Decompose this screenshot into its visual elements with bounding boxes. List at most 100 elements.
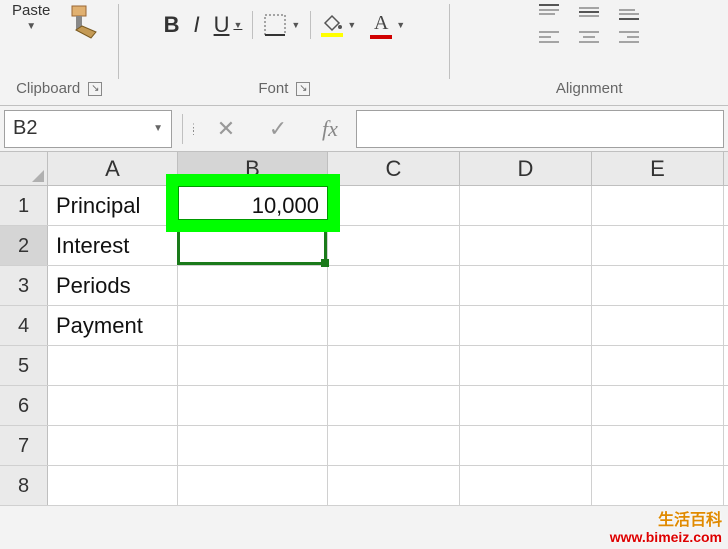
chevron-down-icon: ▼ <box>26 21 36 32</box>
x-icon: ✕ <box>217 116 235 142</box>
cell-D6[interactable] <box>460 386 592 425</box>
cell-B5[interactable] <box>178 346 328 385</box>
watermark-line2: www.bimeiz.com <box>610 530 722 545</box>
align-bottom-button[interactable] <box>615 2 643 22</box>
column-header-E[interactable]: E <box>592 152 724 185</box>
fill-color-swatch <box>321 33 343 37</box>
formula-input[interactable] <box>356 110 724 148</box>
row-4: 4 Payment <box>0 306 728 346</box>
align-left-button[interactable] <box>535 28 563 48</box>
cell-B1[interactable]: 10,000 <box>178 186 328 225</box>
drag-handle-icon[interactable]: ⋮⋮ <box>189 125 200 133</box>
italic-button[interactable]: I <box>189 10 203 40</box>
font-group-label: Font <box>258 80 288 97</box>
cell-D2[interactable] <box>460 226 592 265</box>
cell-C2[interactable] <box>328 226 460 265</box>
underline-button[interactable]: U▼ <box>210 10 247 40</box>
column-header-C[interactable]: C <box>328 152 460 185</box>
cell-D1[interactable] <box>460 186 592 225</box>
fill-color-button[interactable]: ▼ <box>317 11 360 39</box>
divider <box>252 11 253 39</box>
column-headers: A B C D E <box>0 152 728 186</box>
align-middle-button[interactable] <box>575 2 603 22</box>
cell-A6[interactable] <box>48 386 178 425</box>
enter-formula-button[interactable]: ✓ <box>252 110 304 148</box>
row-header-4[interactable]: 4 <box>0 306 48 345</box>
chevron-down-icon: ▼ <box>233 20 242 30</box>
paste-button[interactable]: Paste ▼ <box>12 2 50 32</box>
cell-E7[interactable] <box>592 426 724 465</box>
name-box[interactable]: B2 ▼ <box>4 110 172 148</box>
cell-D7[interactable] <box>460 426 592 465</box>
watermark-line1: 生活百科 <box>610 512 722 530</box>
alignment-group-label: Alignment <box>556 80 623 97</box>
cancel-formula-button[interactable]: ✕ <box>200 110 252 148</box>
cell-B8[interactable] <box>178 466 328 505</box>
cell-A1[interactable]: Principal <box>48 186 178 225</box>
cell-E4[interactable] <box>592 306 724 345</box>
check-icon: ✓ <box>269 116 287 142</box>
row-header-5[interactable]: 5 <box>0 346 48 385</box>
row-header-1[interactable]: 1 <box>0 186 48 225</box>
row-2: 2 Interest <box>0 226 728 266</box>
row-header-2[interactable]: 2 <box>0 226 48 265</box>
bucket-icon <box>321 13 343 33</box>
cell-D8[interactable] <box>460 466 592 505</box>
align-top-button[interactable] <box>535 2 563 22</box>
cell-E1[interactable] <box>592 186 724 225</box>
column-header-B[interactable]: B <box>178 152 328 185</box>
cell-C5[interactable] <box>328 346 460 385</box>
row-header-3[interactable]: 3 <box>0 266 48 305</box>
cell-E3[interactable] <box>592 266 724 305</box>
cell-B2[interactable] <box>178 226 328 265</box>
cell-B4[interactable] <box>178 306 328 345</box>
cell-A4[interactable]: Payment <box>48 306 178 345</box>
row-header-6[interactable]: 6 <box>0 386 48 425</box>
row-8: 8 <box>0 466 728 506</box>
clipboard-dialog-launcher[interactable] <box>88 82 102 96</box>
select-all-corner[interactable] <box>0 152 48 185</box>
row-header-8[interactable]: 8 <box>0 466 48 505</box>
cell-C6[interactable] <box>328 386 460 425</box>
name-box-value: B2 <box>13 117 37 140</box>
column-header-D[interactable]: D <box>460 152 592 185</box>
cell-C3[interactable] <box>328 266 460 305</box>
cell-E6[interactable] <box>592 386 724 425</box>
cell-E8[interactable] <box>592 466 724 505</box>
cell-A5[interactable] <box>48 346 178 385</box>
font-dialog-launcher[interactable] <box>296 82 310 96</box>
row-header-7[interactable]: 7 <box>0 426 48 465</box>
chevron-down-icon: ▼ <box>153 123 163 134</box>
cell-C4[interactable] <box>328 306 460 345</box>
font-color-button[interactable]: A ▼ <box>366 10 409 41</box>
divider <box>310 11 311 39</box>
borders-button[interactable]: ▼ <box>259 11 304 39</box>
cell-E5[interactable] <box>592 346 724 385</box>
borders-icon <box>263 13 287 37</box>
cell-D5[interactable] <box>460 346 592 385</box>
cell-B3[interactable] <box>178 266 328 305</box>
cell-B6[interactable] <box>178 386 328 425</box>
format-painter-button[interactable] <box>66 2 106 47</box>
formula-bar: B2 ▼ ⋮⋮ ✕ ✓ fx <box>0 106 728 152</box>
cell-B7[interactable] <box>178 426 328 465</box>
cell-A2[interactable]: Interest <box>48 226 178 265</box>
bold-label: B <box>164 12 180 38</box>
cell-C8[interactable] <box>328 466 460 505</box>
cell-A8[interactable] <box>48 466 178 505</box>
align-right-button[interactable] <box>615 28 643 48</box>
row-1: 1 Principal 10,000 <box>0 186 728 226</box>
cell-A3[interactable]: Periods <box>48 266 178 305</box>
bold-button[interactable]: B <box>160 10 184 40</box>
insert-function-button[interactable]: fx <box>304 110 356 148</box>
cell-C7[interactable] <box>328 426 460 465</box>
column-header-A[interactable]: A <box>48 152 178 185</box>
align-center-button[interactable] <box>575 28 603 48</box>
cell-D4[interactable] <box>460 306 592 345</box>
cell-D3[interactable] <box>460 266 592 305</box>
divider <box>182 114 183 144</box>
chevron-down-icon: ▼ <box>396 20 405 30</box>
cell-E2[interactable] <box>592 226 724 265</box>
cell-C1[interactable] <box>328 186 460 225</box>
cell-A7[interactable] <box>48 426 178 465</box>
